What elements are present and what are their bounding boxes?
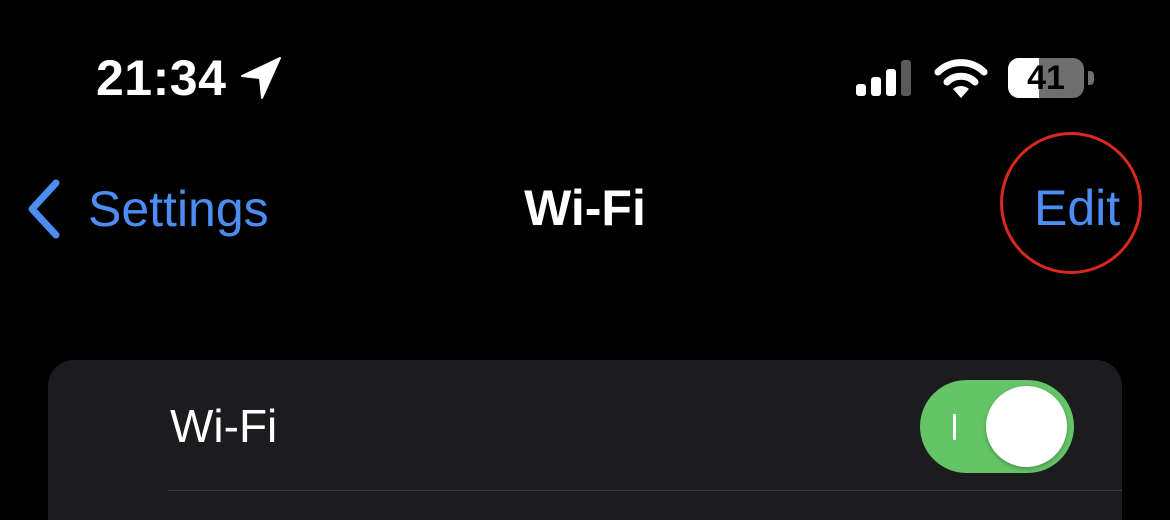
- cellular-signal-icon: [856, 60, 911, 96]
- battery-cap: [1088, 71, 1094, 85]
- wifi-row-label: Wi-Fi: [170, 400, 278, 452]
- status-bar: 21:34 41: [0, 0, 1170, 150]
- battery-level: 41: [1027, 59, 1065, 97]
- battery-indicator: 41: [1008, 58, 1094, 98]
- location-arrow-icon: [241, 57, 281, 99]
- row-separator: [168, 490, 1122, 491]
- toggle-knob: [986, 386, 1067, 467]
- battery-body: 41: [1008, 58, 1084, 98]
- edit-button[interactable]: Edit: [1034, 178, 1120, 238]
- wifi-toggle-row: Wi-Fi: [48, 360, 1122, 492]
- toggle-on-indicator: [953, 414, 956, 440]
- back-button-label: Settings: [88, 181, 269, 237]
- chevron-left-icon: [28, 179, 60, 239]
- wifi-settings-group: Wi-Fi: [48, 360, 1122, 520]
- wifi-icon: [934, 59, 988, 98]
- wifi-toggle-switch[interactable]: [920, 380, 1074, 473]
- navigation-bar: Settings Wi-Fi Edit: [0, 132, 1170, 274]
- status-time: 21:34: [96, 50, 227, 106]
- back-button[interactable]: Settings: [22, 174, 269, 244]
